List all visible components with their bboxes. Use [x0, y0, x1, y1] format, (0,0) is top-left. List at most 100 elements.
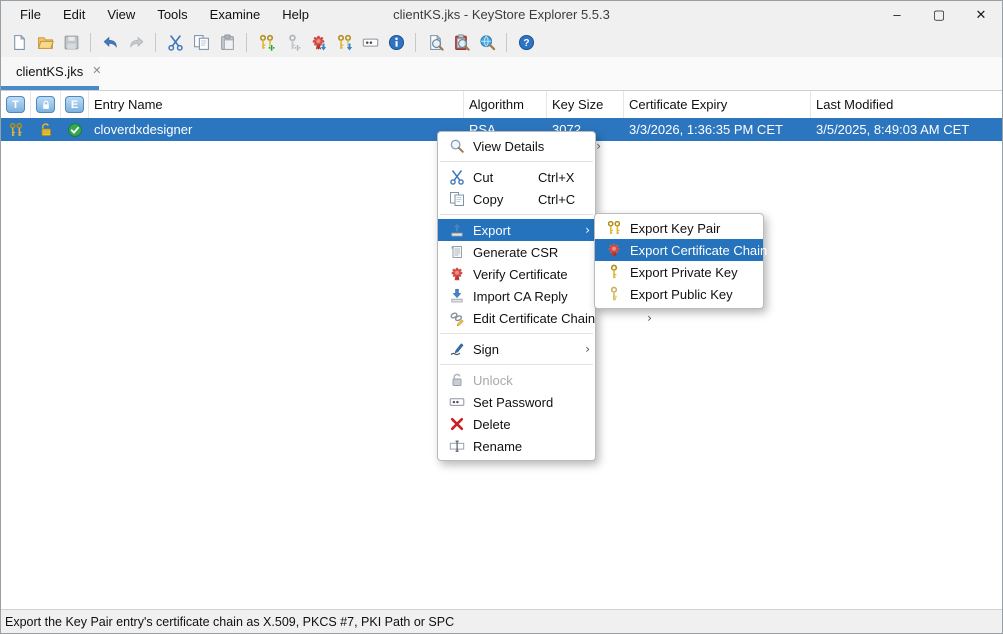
status-text: Export the Key Pair entry's certificate … [5, 615, 454, 629]
menu-item-verify-certificate[interactable]: Verify Certificate [438, 263, 595, 285]
copy-icon [448, 191, 465, 208]
lock-column-icon [36, 96, 55, 113]
undo-button[interactable] [97, 30, 123, 55]
submenu-item-export-key-pair[interactable]: Export Key Pair [595, 217, 763, 239]
menu-item-rename[interactable]: Rename [438, 435, 595, 457]
new-keystore-button[interactable] [6, 30, 32, 55]
key-pair-icon [605, 220, 622, 237]
help-button[interactable] [513, 30, 539, 55]
type-column-icon: T [6, 96, 25, 113]
menu-item-delete[interactable]: Delete [438, 413, 595, 435]
light-key-icon [605, 286, 622, 303]
menu-item-sign[interactable]: Sign › [438, 338, 595, 360]
key-pair-import-icon [336, 34, 353, 51]
open-keystore-button[interactable] [32, 30, 58, 55]
menu-view[interactable]: View [96, 1, 146, 28]
cut-button[interactable] [162, 30, 188, 55]
set-password-button[interactable] [357, 30, 383, 55]
menu-separator [440, 214, 593, 215]
toolbar-separator [506, 33, 507, 52]
import-trusted-certificate-button[interactable] [305, 30, 331, 55]
undo-arrow-icon [102, 34, 119, 51]
toolbar-separator [155, 33, 156, 52]
generate-key-pair-button[interactable] [253, 30, 279, 55]
menu-item-export[interactable]: Export › [438, 219, 595, 241]
help-icon [518, 34, 535, 51]
minimize-button[interactable]: – [876, 1, 918, 28]
save-keystore-button [58, 30, 84, 55]
properties-button[interactable] [383, 30, 409, 55]
key-pair-plus-icon [258, 34, 275, 51]
examine-file-icon [427, 34, 444, 51]
entry-lock-cell [31, 118, 61, 141]
column-last-modified[interactable]: Last Modified [811, 91, 1002, 118]
toolbar-separator [90, 33, 91, 52]
maximize-button[interactable]: ▢ [918, 1, 960, 28]
examine-file-button[interactable] [422, 30, 448, 55]
column-algorithm[interactable]: Algorithm [464, 91, 547, 118]
tab-clientks[interactable]: clientKS.jks ✕ [1, 57, 99, 90]
secret-key-plus-icon [284, 34, 301, 51]
last-modified-cell: 3/5/2025, 8:49:03 AM CET [811, 118, 1002, 141]
shortcut-label: Ctrl+C [538, 192, 580, 207]
close-button[interactable]: ✕ [960, 1, 1002, 28]
padlock-icon [448, 372, 465, 389]
copy-button[interactable] [188, 30, 214, 55]
submenu-arrow-icon: › [580, 223, 590, 237]
certificate-expiry-cell: 3/3/2026, 1:36:35 PM CET [624, 118, 811, 141]
column-certificate-expiry[interactable]: Certificate Expiry [624, 91, 811, 118]
submenu-item-export-public-key[interactable]: Export Public Key [595, 283, 763, 305]
menu-examine[interactable]: Examine [199, 1, 272, 28]
submenu-arrow-icon: › [580, 342, 590, 356]
title-bar: clientKS.jks - KeyStore Explorer 5.5.3 F… [1, 1, 1002, 28]
window-controls: – ▢ ✕ [876, 1, 1002, 28]
copy-icon [193, 34, 210, 51]
submenu-item-export-private-key[interactable]: Export Private Key [595, 261, 763, 283]
import-key-pair-button[interactable] [331, 30, 357, 55]
menu-item-edit-certificate-chain[interactable]: Edit Certificate Chain › [438, 307, 595, 329]
paste-button [214, 30, 240, 55]
menu-tools[interactable]: Tools [146, 1, 198, 28]
column-lock-status[interactable] [31, 91, 61, 118]
menu-item-cut[interactable]: Cut Ctrl+X [438, 166, 595, 188]
submenu-item-export-certificate-chain[interactable]: Export Certificate Chain [595, 239, 763, 261]
certificate-import-icon [310, 34, 327, 51]
gold-key-icon [605, 264, 622, 281]
menu-item-unlock: Unlock [438, 369, 595, 391]
menu-item-set-password[interactable]: Set Password [438, 391, 595, 413]
menu-item-view-details[interactable]: View Details › [438, 135, 595, 157]
unlocked-padlock-icon [38, 122, 54, 138]
export-submenu: Export Key Pair Export Certificate Chain… [594, 213, 764, 309]
menu-file[interactable]: File [9, 1, 52, 28]
menu-edit[interactable]: Edit [52, 1, 96, 28]
password-field-icon [448, 394, 465, 411]
column-key-size[interactable]: Key Size [547, 91, 624, 118]
submenu-arrow-icon: › [596, 139, 601, 153]
examine-ssl-button[interactable] [474, 30, 500, 55]
menu-item-generate-csr[interactable]: Generate CSR [438, 241, 595, 263]
toolbar-separator [415, 33, 416, 52]
password-field-icon [362, 34, 379, 51]
import-arrow-icon [448, 288, 465, 305]
column-entry-name[interactable]: Entry Name [89, 91, 464, 118]
submenu-arrow-icon: › [647, 311, 652, 325]
menu-bar: File Edit View Tools Examine Help [9, 1, 320, 28]
tab-close-icon[interactable]: ✕ [92, 66, 101, 77]
entry-expiry-cell [61, 118, 89, 141]
table-header: T E Entry Name Algorithm Key Size Certif… [1, 91, 1002, 118]
menu-item-copy[interactable]: Copy Ctrl+C [438, 188, 595, 210]
menu-help[interactable]: Help [271, 1, 320, 28]
new-page-icon [11, 34, 28, 51]
menu-separator [440, 364, 593, 365]
magnifier-icon [448, 138, 465, 155]
certificate-seal-icon [605, 242, 622, 259]
menu-item-import-ca-reply[interactable]: Import CA Reply › [438, 285, 595, 307]
column-expiry-status[interactable]: E [61, 91, 89, 118]
redo-arrow-icon [128, 34, 145, 51]
shortcut-label: Ctrl+X [538, 170, 580, 185]
examine-clipboard-button[interactable] [448, 30, 474, 55]
valid-check-icon [67, 122, 83, 138]
column-type[interactable]: T [1, 91, 31, 118]
toolbar-separator [246, 33, 247, 52]
info-icon [388, 34, 405, 51]
